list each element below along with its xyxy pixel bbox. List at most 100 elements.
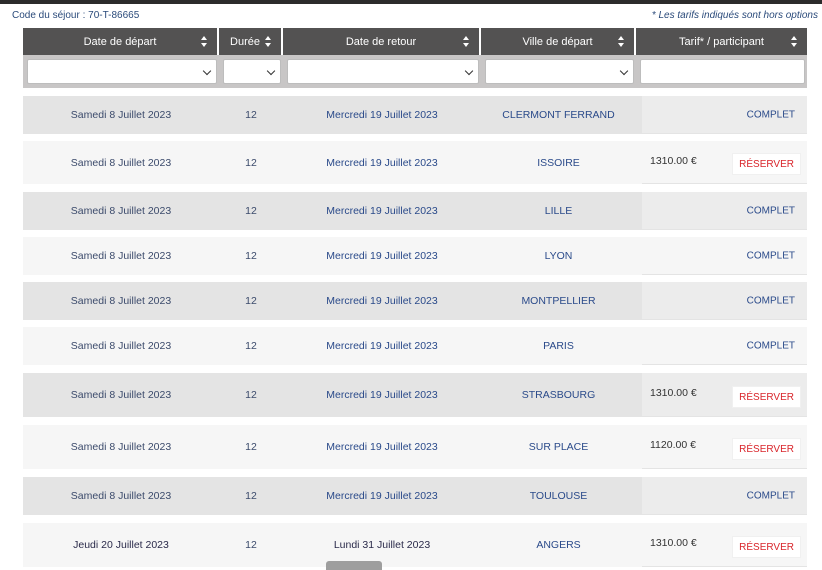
status-complet: COMPLET [746, 205, 795, 216]
cell-date-retour: Mercredi 19 Juillet 2023 [326, 340, 438, 352]
cell-tarif: 1310.00 € RÉSERVER [642, 141, 807, 184]
cell-tarif: 1310.00 € RÉSERVER [642, 523, 807, 567]
price: 1310.00 € [650, 387, 697, 399]
table-row: Jeudi 20 Juillet 2023 12 Lundi 31 Juille… [23, 523, 807, 567]
status-complet: COMPLET [746, 340, 795, 351]
status-complet: COMPLET [746, 490, 795, 501]
cell-ville: SUR PLACE [528, 441, 589, 453]
filter-row [23, 55, 807, 88]
cell-ville: MONTPELLIER [521, 295, 596, 307]
sort-icon[interactable] [618, 36, 625, 47]
cell-tarif: COMPLET [642, 192, 807, 230]
cell-ville: LYON [544, 250, 573, 262]
price: 1120.00 € [650, 439, 696, 451]
cell-ville: ANGERS [536, 539, 581, 551]
cell-ville: CLERMONT FERRAND [502, 109, 615, 121]
header-duree[interactable]: Durée [219, 28, 283, 55]
chevron-down-icon [464, 66, 474, 76]
reserve-button[interactable]: RÉSERVER [732, 536, 801, 558]
price: 1310.00 € [650, 537, 697, 549]
cell-tarif: 1310.00 € RÉSERVER [642, 373, 807, 417]
cell-ville: PARIS [543, 340, 574, 352]
cell-date-depart: Samedi 8 Juillet 2023 [70, 340, 172, 352]
cell-duree: 12 [245, 295, 257, 307]
table-row: Samedi 8 Juillet 2023 12 Mercredi 19 Jui… [23, 373, 807, 417]
filter-ville-select[interactable] [485, 59, 634, 84]
cell-date-retour: Mercredi 19 Juillet 2023 [326, 441, 438, 453]
filter-date-retour-select[interactable] [287, 59, 479, 84]
cell-ville: LILLE [544, 205, 573, 217]
filter-date-depart-select[interactable] [27, 59, 217, 84]
cell-duree: 12 [245, 250, 257, 262]
reserve-button[interactable]: RÉSERVER [732, 386, 801, 408]
cell-date-retour: Mercredi 19 Juillet 2023 [326, 295, 438, 307]
cell-ville: TOULOUSE [529, 490, 588, 502]
departures-table: Date de départ Durée Date de retour Vill… [23, 28, 807, 567]
cell-duree: 12 [245, 389, 257, 401]
header-duree-label: Durée [230, 35, 260, 48]
cell-tarif: COMPLET [642, 327, 807, 365]
cell-date-depart: Samedi 8 Juillet 2023 [70, 389, 172, 401]
table-header: Date de départ Durée Date de retour Vill… [23, 28, 807, 55]
sort-icon[interactable] [791, 36, 798, 47]
table-row: Samedi 8 Juillet 2023 12 Mercredi 19 Jui… [23, 192, 807, 230]
cell-ville: ISSOIRE [537, 156, 580, 169]
cell-date-retour: Mercredi 19 Juillet 2023 [326, 490, 438, 502]
status-complet: COMPLET [746, 250, 795, 261]
chevron-down-icon [202, 66, 212, 76]
cell-ville: STRASBOURG [521, 389, 596, 401]
cell-date-depart: Samedi 8 Juillet 2023 [70, 441, 172, 453]
cell-duree: 12 [245, 490, 257, 502]
header-ville-depart-label: Ville de départ [522, 35, 593, 48]
cell-tarif: COMPLET [642, 237, 807, 275]
header-date-depart-label: Date de départ [83, 35, 157, 48]
cell-date-depart: Samedi 8 Juillet 2023 [70, 490, 172, 502]
cell-tarif: 1120.00 € RÉSERVER [642, 425, 807, 469]
scroll-handle[interactable] [326, 561, 382, 570]
cell-duree: 12 [245, 156, 257, 169]
cell-date-depart: Samedi 8 Juillet 2023 [70, 295, 172, 307]
header-tarif-label: Tarif* / participant [679, 35, 764, 48]
cell-date-retour: Mercredi 19 Juillet 2023 [326, 250, 438, 262]
table-row: Samedi 8 Juillet 2023 12 Mercredi 19 Jui… [23, 96, 807, 134]
cell-date-depart: Jeudi 20 Juillet 2023 [73, 539, 169, 551]
table-row: Samedi 8 Juillet 2023 12 Mercredi 19 Jui… [23, 282, 807, 320]
chevron-down-icon [619, 66, 629, 76]
tarif-note: * Les tarifs indiqués sont hors options [651, 10, 818, 21]
reserve-button[interactable]: RÉSERVER [732, 438, 801, 460]
cell-date-retour: Mercredi 19 Juillet 2023 [326, 205, 438, 217]
cell-tarif: COMPLET [642, 96, 807, 134]
top-bar [0, 0, 822, 4]
cell-date-depart: Samedi 8 Juillet 2023 [70, 156, 172, 169]
sort-icon[interactable] [201, 36, 208, 47]
cell-duree: 12 [245, 441, 257, 453]
table-row: Samedi 8 Juillet 2023 12 Mercredi 19 Jui… [23, 425, 807, 469]
filter-tarif-input[interactable] [640, 59, 805, 84]
filter-duree-select[interactable] [223, 59, 281, 84]
header-ville-depart[interactable]: Ville de départ [481, 28, 636, 55]
table-row: Samedi 8 Juillet 2023 12 Mercredi 19 Jui… [23, 141, 807, 184]
header-date-depart[interactable]: Date de départ [23, 28, 219, 55]
cell-date-depart: Samedi 8 Juillet 2023 [70, 109, 172, 121]
cell-date-depart: Samedi 8 Juillet 2023 [70, 250, 172, 262]
cell-duree: 12 [245, 205, 257, 217]
cell-duree: 12 [245, 340, 257, 352]
price: 1310.00 € [650, 155, 697, 167]
chevron-down-icon [266, 66, 276, 76]
cell-date-retour: Mercredi 19 Juillet 2023 [326, 389, 438, 401]
reserve-button[interactable]: RÉSERVER [732, 153, 801, 175]
header-date-retour[interactable]: Date de retour [283, 28, 481, 55]
table-body: Samedi 8 Juillet 2023 12 Mercredi 19 Jui… [23, 96, 807, 567]
cell-date-retour: Lundi 31 Juillet 2023 [333, 539, 431, 551]
status-complet: COMPLET [746, 295, 795, 306]
sort-icon[interactable] [463, 36, 470, 47]
status-complet: COMPLET [746, 109, 795, 120]
header-tarif[interactable]: Tarif* / participant [636, 28, 807, 55]
cell-duree: 12 [245, 109, 257, 121]
header-date-retour-label: Date de retour [345, 35, 417, 48]
code-sejour: Code du séjour : 70-T-86665 [12, 10, 140, 21]
table-row: Samedi 8 Juillet 2023 12 Mercredi 19 Jui… [23, 237, 807, 275]
table-row: Samedi 8 Juillet 2023 12 Mercredi 19 Jui… [23, 327, 807, 365]
sort-icon[interactable] [265, 36, 272, 47]
cell-date-retour: Mercredi 19 Juillet 2023 [326, 156, 438, 169]
